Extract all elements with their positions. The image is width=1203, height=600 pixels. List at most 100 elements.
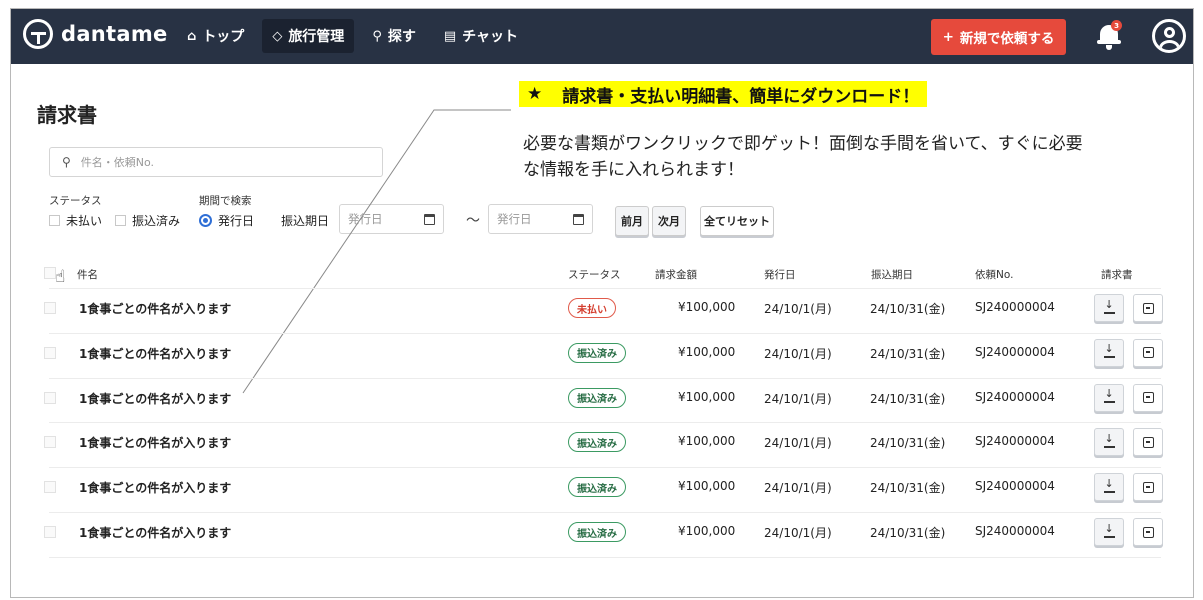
- checkbox[interactable]: [49, 215, 60, 226]
- row-separator: [49, 422, 1161, 424]
- row-subject: 1食事ごとの件名が入ります: [79, 436, 232, 451]
- download-icon: [1103, 477, 1115, 493]
- search-icon: ⚲: [62, 155, 71, 169]
- search-icon: ⚲: [372, 28, 382, 44]
- open-invoice-button[interactable]: [1133, 338, 1163, 367]
- row-checkbox[interactable]: [44, 391, 56, 404]
- download-icon: [1103, 298, 1115, 314]
- download-button[interactable]: [1094, 294, 1124, 322]
- download-button[interactable]: [1094, 518, 1124, 546]
- promo-headline: 請求書・支払い明細書、簡単にダウンロード！: [562, 86, 920, 107]
- logo-mark-icon: [23, 19, 53, 49]
- column-header-amount: 請求金額: [655, 269, 697, 281]
- row-request-no: SJ240000004: [975, 479, 1055, 494]
- row-request-no: SJ240000004: [975, 434, 1055, 449]
- search-input[interactable]: ⚲ 件名・依頼No.: [49, 147, 383, 177]
- open-document-icon: [1142, 436, 1154, 448]
- row-separator: [49, 556, 1161, 558]
- date-to-field[interactable]: 発行日: [488, 204, 593, 234]
- row-checkbox[interactable]: [44, 481, 56, 494]
- download-button[interactable]: [1094, 473, 1124, 502]
- row-issued-date: 24/10/1(月): [764, 436, 832, 451]
- nav-item-label: チャット: [462, 29, 519, 45]
- download-icon: [1103, 522, 1115, 538]
- checkbox[interactable]: [115, 215, 126, 226]
- open-document-icon: [1142, 481, 1154, 493]
- open-invoice-button[interactable]: [1133, 428, 1163, 457]
- open-invoice-button[interactable]: [1133, 294, 1163, 322]
- status-option-paid[interactable]: 振込済み: [115, 212, 180, 229]
- notification-badge: 3: [1111, 20, 1122, 31]
- row-due-date: 24/10/31(金): [870, 436, 946, 451]
- nav-item-search[interactable]: ⚲ 探す: [362, 19, 426, 53]
- download-button[interactable]: [1094, 338, 1124, 367]
- row-request-no: SJ240000004: [975, 389, 1055, 404]
- row-due-date: 24/10/31(金): [870, 481, 946, 496]
- plus-icon: +: [942, 29, 954, 45]
- row-checkbox[interactable]: [44, 526, 56, 538]
- open-document-icon: [1142, 347, 1154, 359]
- nav-item-label: 探す: [387, 29, 416, 45]
- open-invoice-button[interactable]: [1133, 383, 1163, 412]
- option-label: 振込済み: [132, 214, 181, 228]
- promo-body: 必要な書類がワンクリックで即ゲット！面倒な手間を省いて、すぐに必要な情報を手に入…: [523, 134, 1083, 180]
- row-request-no: SJ240000004: [975, 524, 1055, 538]
- logo[interactable]: dantame: [23, 19, 168, 49]
- download-button[interactable]: [1094, 428, 1124, 457]
- status-option-unpaid[interactable]: 未払い: [49, 212, 102, 229]
- range-separator: 〜: [466, 213, 480, 229]
- top-navigation-bar: dantame ⌂ トップ ◇ 旅行管理 ⚲ 探す ▤ チャット + 新規で依頼…: [11, 9, 1193, 64]
- row-due-date: 24/10/31(金): [870, 526, 946, 540]
- page-title: 請求書: [37, 103, 97, 127]
- row-amount: ¥100,000: [678, 300, 736, 314]
- row-issued-date: 24/10/1(月): [764, 302, 832, 316]
- download-button[interactable]: [1094, 383, 1124, 412]
- option-label: 発行日: [218, 214, 255, 228]
- row-amount: ¥100,000: [678, 344, 736, 359]
- row-issued-date: 24/10/1(月): [764, 346, 832, 361]
- row-due-date: 24/10/31(金): [870, 346, 946, 361]
- radio-selected[interactable]: [199, 214, 212, 227]
- row-checkbox[interactable]: [44, 302, 56, 314]
- row-amount: ¥100,000: [678, 389, 736, 404]
- nav-item-travel-management[interactable]: ◇ 旅行管理: [262, 19, 355, 53]
- notification-bell-icon[interactable]: 3: [1097, 20, 1122, 50]
- chat-icon: ▤: [443, 28, 457, 44]
- status-badge: 振込済み: [568, 342, 626, 363]
- row-request-no: SJ240000004: [975, 344, 1055, 359]
- nav-item-chat[interactable]: ▤ チャット: [434, 19, 528, 53]
- row-issued-date: 24/10/1(月): [764, 526, 832, 540]
- status-badge: 振込済み: [568, 522, 626, 542]
- column-header-due: 振込期日: [871, 269, 913, 281]
- prev-month-button[interactable]: 前月: [615, 206, 649, 236]
- row-checkbox[interactable]: [44, 436, 56, 449]
- nav-item-label: トップ: [202, 29, 245, 45]
- row-separator: [49, 288, 1161, 289]
- calendar-icon: [573, 213, 584, 225]
- row-amount: ¥100,000: [678, 479, 736, 494]
- date-from-placeholder: 発行日: [348, 212, 383, 226]
- search-placeholder: 件名・依頼No.: [80, 156, 155, 169]
- row-amount: ¥100,000: [678, 524, 736, 538]
- open-invoice-button[interactable]: [1133, 518, 1163, 546]
- open-document-icon: [1142, 526, 1154, 538]
- nav-item-top[interactable]: ⌂ トップ: [177, 19, 254, 53]
- status-badge: 未払い: [568, 298, 616, 318]
- download-icon: [1103, 342, 1115, 359]
- reset-all-button[interactable]: 全てリセット: [700, 206, 774, 236]
- period-option-issued[interactable]: 発行日: [199, 212, 254, 229]
- row-checkbox[interactable]: [44, 346, 56, 359]
- home-icon: ⌂: [187, 28, 197, 44]
- row-amount: ¥100,000: [678, 434, 736, 449]
- new-request-button[interactable]: + 新規で依頼する: [931, 19, 1066, 55]
- row-due-date: 24/10/31(金): [870, 302, 946, 316]
- column-header-subject: 件名: [77, 269, 98, 281]
- row-subject: 1食事ごとの件名が入ります: [79, 391, 232, 406]
- period-option-due[interactable]: 振込期日: [281, 212, 329, 229]
- open-invoice-button[interactable]: [1133, 473, 1163, 502]
- next-month-button[interactable]: 次月: [652, 206, 686, 236]
- date-from-field[interactable]: 発行日: [339, 204, 444, 234]
- status-badge: 振込済み: [568, 477, 626, 498]
- period-filter-label: 期間で検索: [199, 195, 252, 207]
- user-avatar-icon[interactable]: [1152, 19, 1186, 53]
